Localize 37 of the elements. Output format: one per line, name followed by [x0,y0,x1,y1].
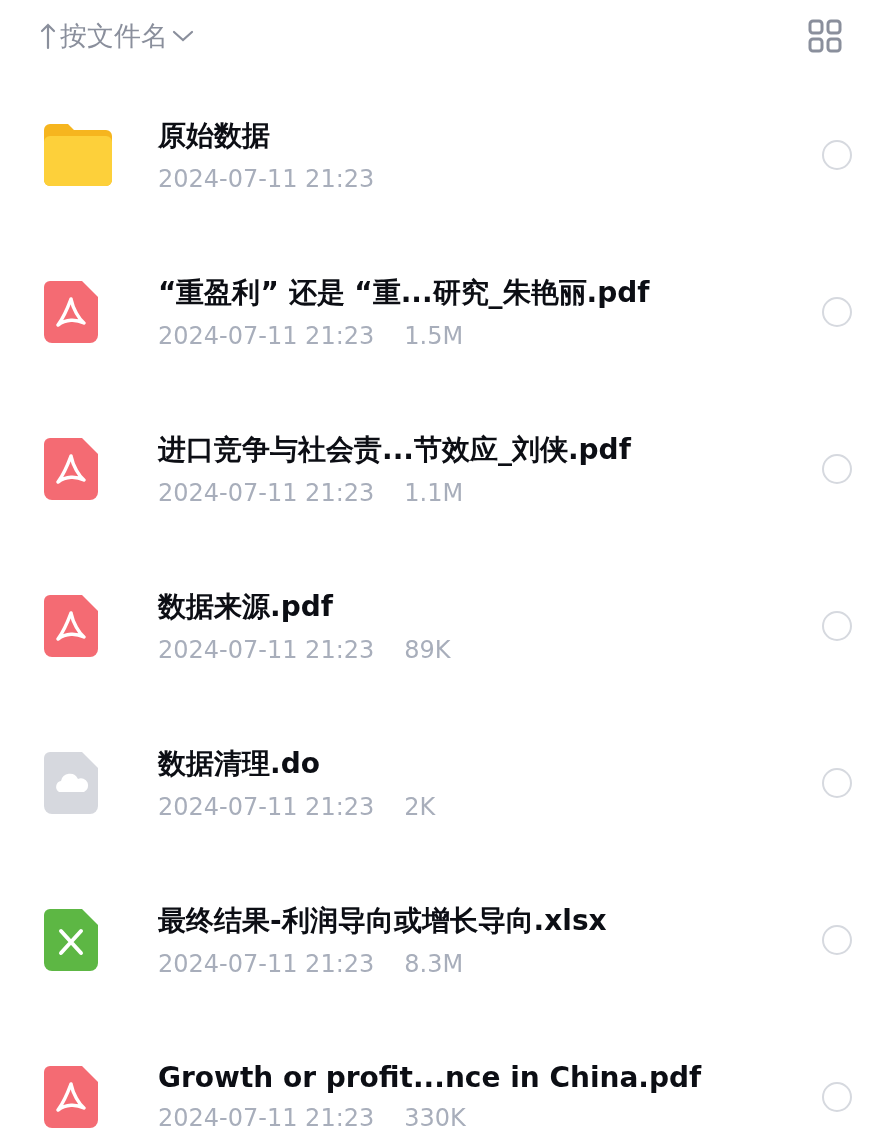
folder-icon [44,123,112,186]
file-name[interactable]: 数据来源.pdf [158,587,822,626]
file-size: 8.3M [404,949,464,978]
select-checkbox[interactable] [822,610,852,641]
file-name[interactable]: 最终结果-利润导向或增长导向.xlsx [158,901,822,940]
select-checkbox[interactable] [822,453,852,484]
pdf-file-icon [44,1065,98,1128]
pdf-file-icon [44,594,98,657]
file-name[interactable]: 进口竞争与社会责...节效应_刘侠.pdf [158,430,822,469]
file-size: 330K [404,1104,466,1132]
select-checkbox[interactable] [822,767,852,798]
file-name[interactable]: 原始数据 [158,116,822,155]
file-date: 2024-07-11 21:23 [158,478,375,507]
file-name[interactable]: 数据清理.do [158,744,822,783]
file-date: 2024-07-11 21:23 [158,164,375,193]
file-date: 2024-07-11 21:23 [158,635,375,664]
file-date: 2024-07-11 21:23 [158,792,375,821]
file-date: 2024-07-11 21:23 [158,1104,375,1132]
file-date: 2024-07-11 21:23 [158,949,375,978]
select-checkbox[interactable] [822,139,852,170]
file-name[interactable]: “重盈利” 还是 “重...研究_朱艳丽.pdf [158,273,822,312]
cloud-file-icon [44,751,98,814]
file-size: 1.1M [404,478,464,507]
grid-view-icon[interactable] [808,19,842,53]
pdf-file-icon [44,437,98,500]
file-size: 2K [404,792,436,821]
file-size: 89K [404,635,451,664]
select-checkbox[interactable] [822,1081,852,1112]
arrow-up-icon [40,22,56,50]
select-checkbox[interactable] [822,924,852,955]
spreadsheet-file-icon [44,908,98,971]
chevron-down-icon [172,29,194,43]
pdf-file-icon [44,280,98,343]
file-name[interactable]: Growth or profit...nce in China.pdf [158,1061,822,1094]
file-date: 2024-07-11 21:23 [158,321,375,350]
select-checkbox[interactable] [822,296,852,327]
file-size: 1.5M [404,321,464,350]
